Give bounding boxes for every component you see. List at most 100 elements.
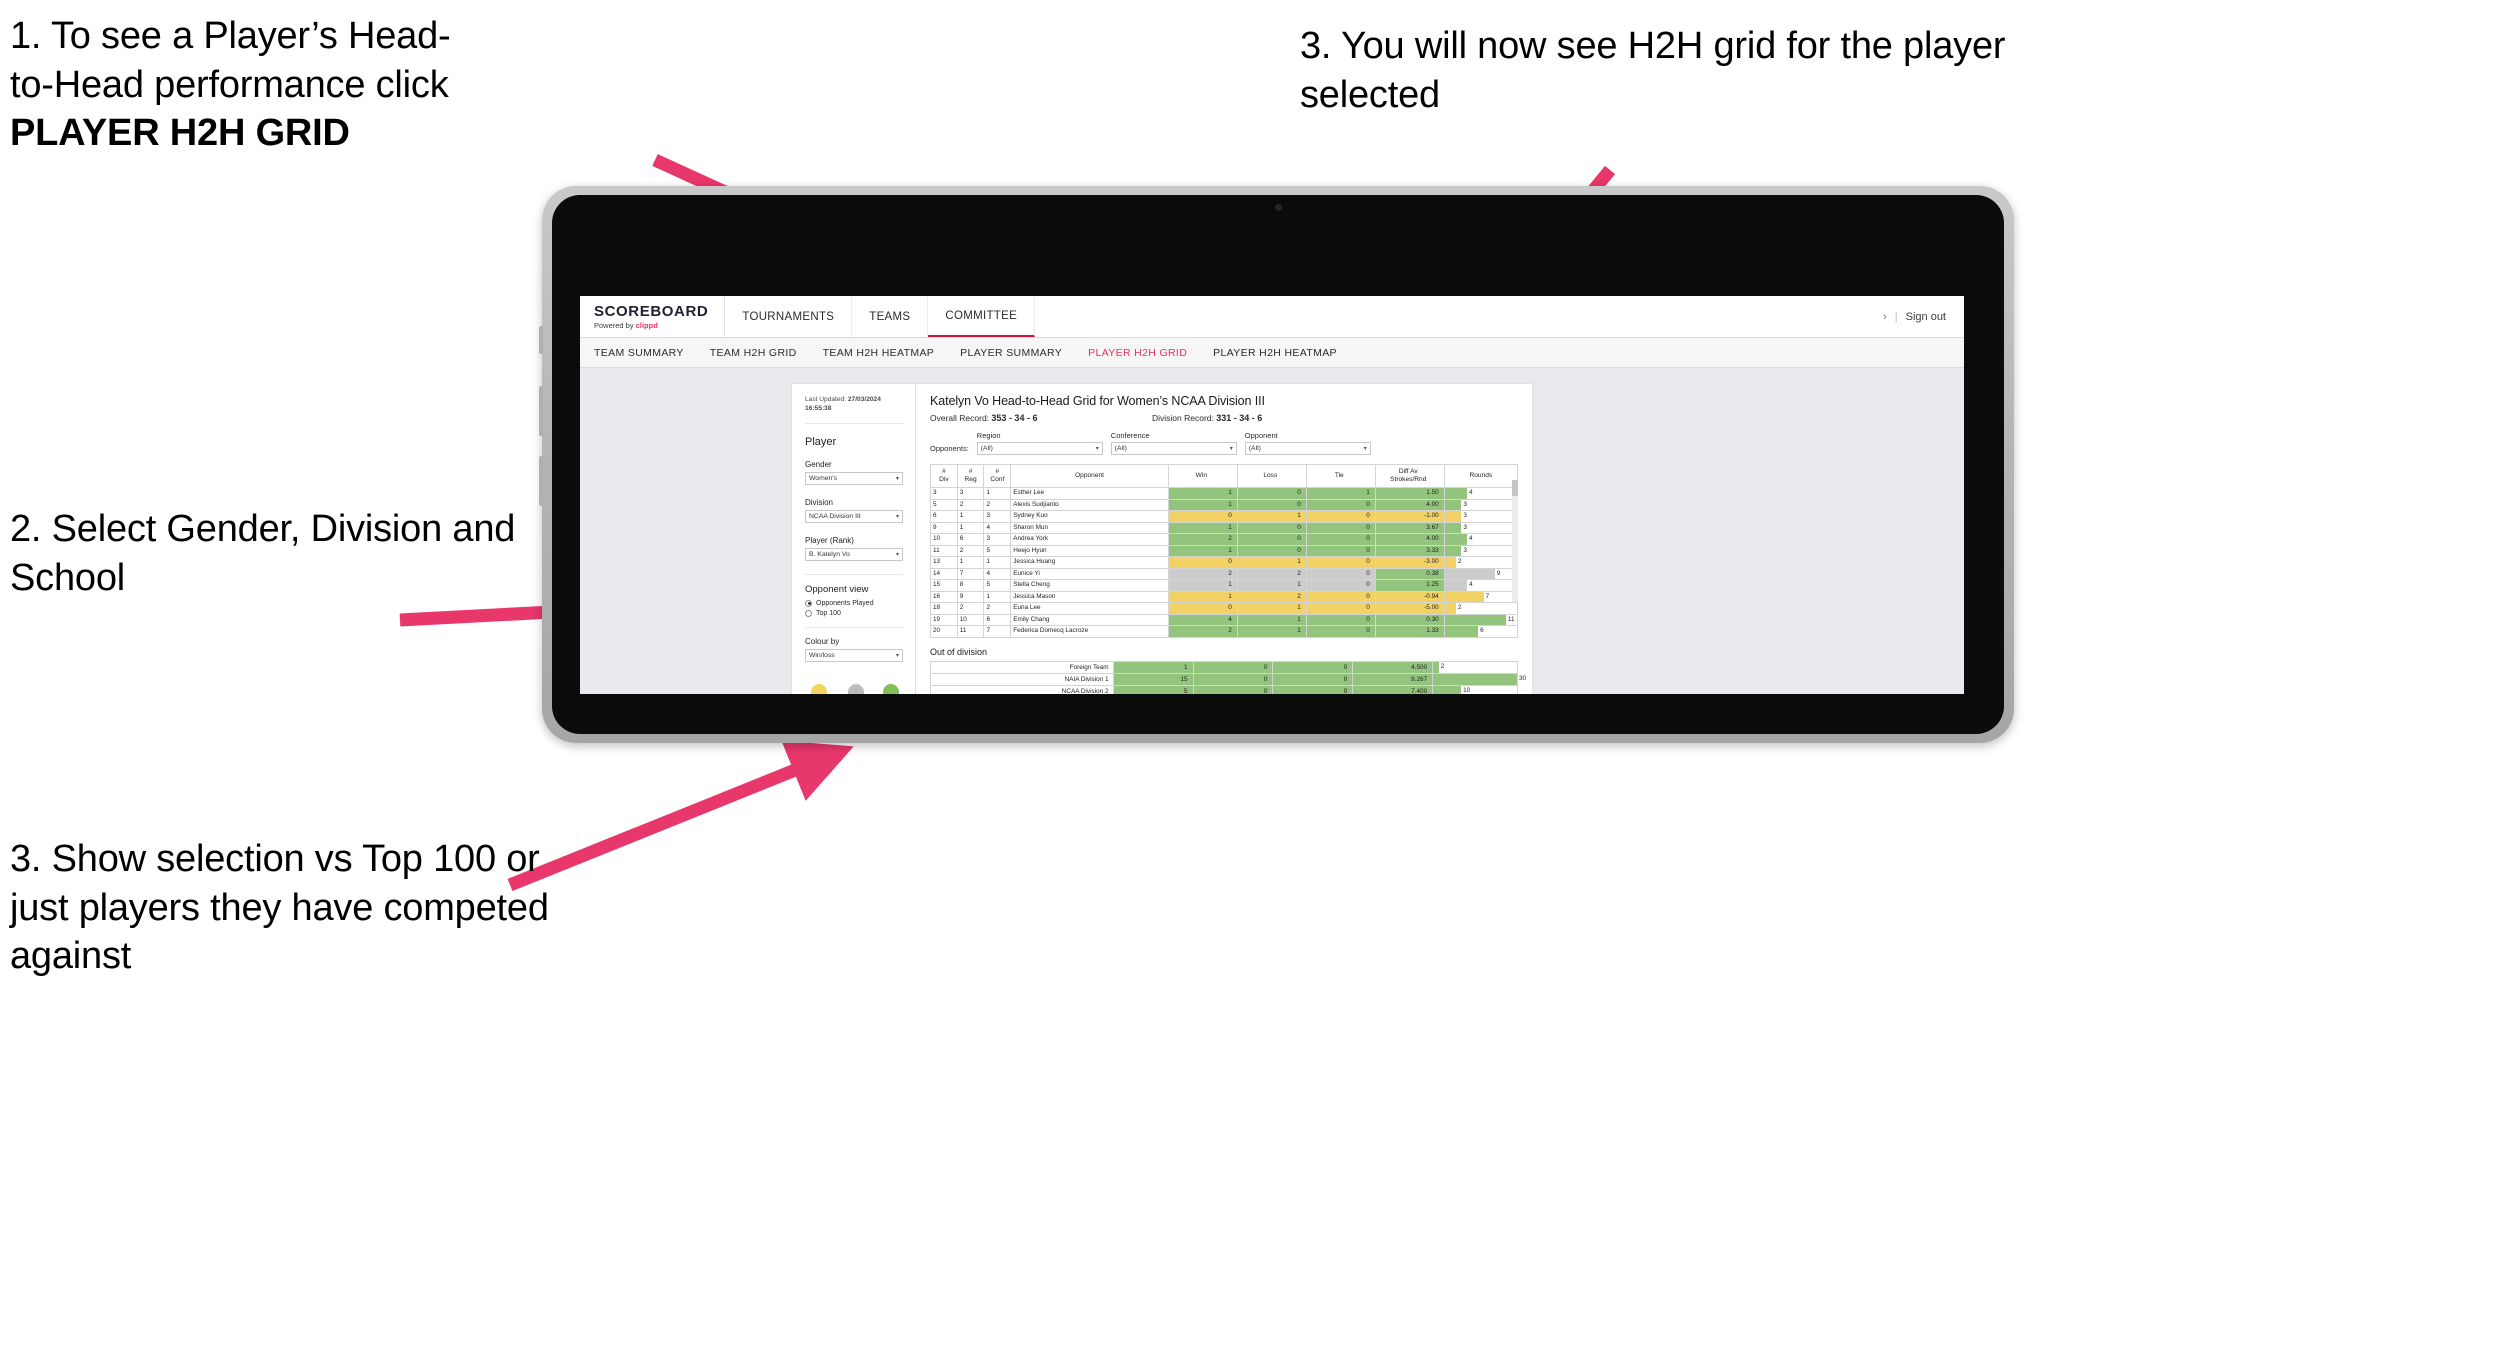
cell-loss: 0 <box>1236 533 1307 546</box>
table-scrollbar[interactable] <box>1512 480 1518 602</box>
cell-div: 5 <box>930 498 958 512</box>
table-row[interactable]: 19 10 6 Emily Chang 4 1 0 0.30 11 <box>930 613 1519 627</box>
table-row[interactable]: 13 1 1 Jessica Huang 0 1 0 -3.00 2 <box>930 556 1519 569</box>
legend-level: Level <box>847 683 865 694</box>
table-row[interactable]: 3 3 1 Esther Lee 1 0 1 1.50 4 <box>930 487 1519 500</box>
column-header-tie[interactable]: Tie <box>1305 463 1376 489</box>
column-header-conf[interactable]: # Conf <box>983 463 1012 489</box>
cell-rounds: 3 <box>1443 521 1519 535</box>
cell-rounds: 9 <box>1443 567 1519 581</box>
column-header-loss[interactable]: Loss <box>1236 463 1307 489</box>
cell-tie: 0 <box>1272 672 1354 686</box>
callout-step-4: 3. You will now see H2H grid for the pla… <box>1300 25 2006 116</box>
table-row[interactable]: 9 1 4 Sharon Mun 1 0 0 3.67 3 <box>930 521 1519 535</box>
colour-by-select[interactable]: Win/loss ▾ <box>805 648 903 662</box>
tab-player-h2h-grid[interactable]: PLAYER H2H GRID <box>1088 347 1187 359</box>
cell-conf: 5 <box>983 544 1012 558</box>
division-select[interactable]: NCAA Division III ▾ <box>805 509 903 523</box>
nav-tournaments[interactable]: TOURNAMENTS <box>725 296 853 337</box>
table-row[interactable]: 20 11 7 Federica Domecq Lacroze 2 1 0 1.33 6 <box>930 625 1519 638</box>
table-row[interactable]: 15 8 5 Stella Cheng 1 1 0 1.25 4 <box>930 579 1519 592</box>
cell-conf: 4 <box>983 567 1012 581</box>
table-row[interactable]: 11 2 5 Heejo Hyun 1 0 0 3.33 3 <box>930 544 1519 558</box>
last-updated-date: 27/03/2024 <box>847 396 881 403</box>
out-of-division-row[interactable]: Foreign Team 1 0 0 4.500 2 <box>930 660 1518 674</box>
tab-team-summary[interactable]: TEAM SUMMARY <box>594 347 684 359</box>
tab-player-summary[interactable]: PLAYER SUMMARY <box>960 347 1062 359</box>
cell-rounds: 2 <box>1432 660 1518 674</box>
cell-win: 2 <box>1167 567 1238 581</box>
chevron-down-icon: ▾ <box>895 513 899 520</box>
cell-div: 10 <box>930 533 958 546</box>
cell-diff-av-strokes: 4.00 <box>1374 498 1445 512</box>
cell-tie: 0 <box>1305 579 1376 592</box>
cell-diff-av-strokes: 9.267 <box>1352 672 1434 686</box>
out-of-division-row[interactable]: NAIA Division 1 15 0 0 9.267 30 <box>930 672 1526 686</box>
region-select[interactable]: (All) ▾ <box>976 442 1103 455</box>
chevron-right-icon[interactable]: › <box>1883 311 1887 323</box>
cell-rounds: 30 <box>1432 672 1526 686</box>
table-row[interactable]: 10 6 3 Andrea York 2 0 0 4.00 4 <box>930 533 1519 546</box>
cell-div: 9 <box>930 521 958 535</box>
overall-record: Overall Record: 353 - 34 - 6 <box>930 413 1152 423</box>
callout-1-line3: PLAYER H2H GRID <box>10 112 350 155</box>
cell-conf: 1 <box>983 487 1012 500</box>
region-filter: Region (All) ▾ <box>976 431 1103 455</box>
table-scrollbar-thumb[interactable] <box>1512 480 1518 496</box>
radio-top-100[interactable]: Top 100 <box>805 609 903 617</box>
division-record-value: 331 - 34 - 6 <box>1216 413 1263 423</box>
cell-rounds: 2 <box>1443 556 1519 569</box>
legend-dot-down <box>810 683 827 694</box>
conference-label: Conference <box>1110 431 1150 440</box>
h2h-table: # Div # Reg # Conf Opponent Win Loss Tie Diff Av St… <box>930 463 1519 638</box>
column-header-diff-av-strokes-rnd[interactable]: Diff Av Strokes/Rnd <box>1374 463 1445 489</box>
opponent-select[interactable]: (All) ▾ <box>1244 442 1371 455</box>
radio-opponents-played[interactable]: Opponents Played <box>805 599 903 607</box>
cell-reg: 2 <box>956 498 985 512</box>
column-header-win[interactable]: Win <box>1167 463 1238 489</box>
tablet-side-button-2 <box>539 386 543 436</box>
nav-committee[interactable]: COMMITTEE <box>928 296 1036 337</box>
cell-loss: 0 <box>1236 521 1307 535</box>
cell-division-name: Foreign Team <box>930 660 1114 674</box>
cell-division-name: NAIA Division 1 <box>930 672 1114 686</box>
cell-tie: 0 <box>1305 567 1376 581</box>
player-select[interactable]: B. Katelyn Vo ▾ <box>805 547 903 561</box>
conference-value: (All) <box>1114 445 1127 452</box>
cell-diff-av-strokes: 0.38 <box>1374 567 1445 581</box>
cell-rounds: 4 <box>1443 487 1519 500</box>
cell-div: 6 <box>930 510 958 523</box>
nav-teams[interactable]: TEAMS <box>852 296 929 337</box>
cell-opponent: Sydney Kuo <box>1010 510 1169 523</box>
column-header-rounds[interactable]: Rounds <box>1443 463 1519 489</box>
brand-name: SCOREBOARD <box>594 302 709 320</box>
out-of-division-row[interactable]: NCAA Division 2 5 0 0 7.400 10 <box>930 684 1518 694</box>
table-row[interactable]: 6 1 3 Sydney Kuo 0 1 0 -1.00 3 <box>930 510 1519 523</box>
cell-opponent: Alexis Sudjianto <box>1010 498 1169 512</box>
column-header-reg[interactable]: # Reg <box>956 463 985 489</box>
table-row[interactable]: 14 7 4 Eunice Yi 2 2 0 0.38 9 <box>930 567 1519 581</box>
table-row[interactable]: 18 2 2 Euna Lee 0 1 0 -5.00 2 <box>930 602 1519 615</box>
cell-opponent: Stella Cheng <box>1010 579 1169 592</box>
conference-select[interactable]: (All) ▾ <box>1110 442 1237 455</box>
tab-team-h2h-grid[interactable]: TEAM H2H GRID <box>710 347 797 359</box>
cell-rounds: 3 <box>1443 544 1519 558</box>
gender-select[interactable]: Women's ▾ <box>805 471 903 485</box>
table-row[interactable]: 16 9 1 Jessica Mason 1 2 0 -0.94 7 <box>930 590 1519 604</box>
division-label: Division <box>805 497 834 507</box>
cell-reg: 2 <box>956 544 985 558</box>
column-header-opponent[interactable]: Opponent <box>1010 463 1169 489</box>
records-row: Overall Record: 353 - 34 - 6 Division Re… <box>930 413 1518 423</box>
player-label: Player (Rank) <box>805 535 854 545</box>
tab-player-h2h-heatmap[interactable]: PLAYER H2H HEATMAP <box>1213 347 1337 359</box>
table-row[interactable]: 5 2 2 Alexis Sudjianto 1 0 0 4.00 3 <box>930 498 1519 512</box>
tab-team-h2h-heatmap[interactable]: TEAM H2H HEATMAP <box>823 347 935 359</box>
column-header-div[interactable]: # Div <box>930 463 958 489</box>
opponent-filter: Opponent (All) ▾ <box>1244 431 1371 455</box>
cell-loss: 0 <box>1192 684 1274 694</box>
cell-tie: 0 <box>1305 533 1376 546</box>
radio-top-100-label: Top 100 <box>816 609 841 617</box>
signout-link[interactable]: Sign out <box>1906 311 1946 323</box>
cell-div: 11 <box>930 544 958 558</box>
cell-diff-av-strokes: -3.00 <box>1374 556 1445 569</box>
